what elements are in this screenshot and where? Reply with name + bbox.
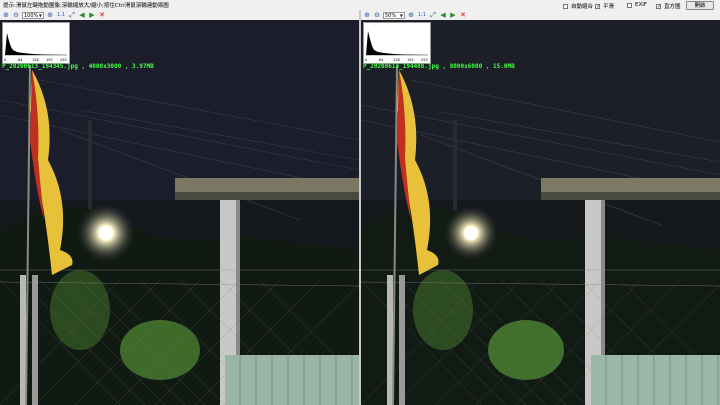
left-histogram: 0 64 128 192 255	[2, 22, 70, 64]
right-zoom-select[interactable]: 50% ▼	[383, 11, 405, 19]
left-photo[interactable]	[0, 20, 359, 405]
left-image-pane[interactable]: ⊕ ⊖ 100% ▼ ⊕ 1:1 ⤢ ◀ ▶ ✕ 0 64 128 192 25…	[0, 10, 359, 405]
right-pane-toolbar: ⊕ ⊖ 50% ▼ ⊕ 1:1 ⤢ ◀ ▶ ✕	[361, 10, 720, 20]
hist-tick-0: 0	[365, 58, 367, 62]
left-file-info: P_20200613_194345.jpg , 4000x3000 , 3.97…	[2, 63, 154, 70]
close-icon[interactable]: ✕	[98, 11, 106, 19]
hist-tick-0: 0	[4, 58, 6, 62]
left-zoom-select[interactable]: 100% ▼	[22, 11, 44, 19]
histogram-checkbox[interactable]: ✓	[656, 3, 661, 9]
hist-tick-128: 128	[32, 58, 39, 62]
option-auto-fit[interactable]: 自動縮合	[563, 2, 593, 10]
close-icon[interactable]: ✕	[459, 11, 467, 19]
option-smooth[interactable]: ✓ 平滑	[595, 2, 614, 10]
auto-fit-label: 自動縮合	[571, 4, 594, 10]
fit-icon[interactable]: ⤢	[429, 11, 437, 19]
hist-tick-192: 192	[407, 58, 414, 62]
smooth-checkbox[interactable]: ✓	[595, 3, 600, 9]
exif-checkbox[interactable]	[627, 2, 632, 8]
right-photo[interactable]	[361, 20, 720, 405]
zoom-in-icon[interactable]: ⊕	[2, 11, 10, 19]
zoom-in-icon[interactable]: ⊕	[363, 11, 371, 19]
right-histogram: 0 64 128 192 255	[363, 22, 431, 64]
left-ratio-button[interactable]: 1:1	[56, 12, 66, 18]
option-histogram[interactable]: ✓ 直方圖	[656, 2, 681, 10]
right-ratio-button[interactable]: 1:1	[417, 12, 427, 18]
left-pane-toolbar: ⊕ ⊖ 100% ▼ ⊕ 1:1 ⤢ ◀ ▶ ✕	[0, 10, 359, 20]
hist-tick-192: 192	[46, 58, 53, 62]
zoom-out-icon[interactable]: ⊖	[373, 11, 381, 19]
hist-tick-64: 64	[18, 58, 23, 62]
hist-tick-128: 128	[393, 58, 400, 62]
next-icon[interactable]: ▶	[449, 11, 457, 19]
histogram-label: 直方圖	[664, 4, 681, 10]
next-icon[interactable]: ▶	[88, 11, 96, 19]
previous-icon[interactable]: ◀	[439, 11, 447, 19]
smooth-label: 平滑	[603, 4, 615, 10]
zoom-out-icon[interactable]: ⊖	[12, 11, 20, 19]
exif-label: EXIF	[635, 2, 648, 8]
option-exif[interactable]: EXIF	[627, 2, 647, 8]
hist-tick-255: 255	[60, 58, 67, 62]
auto-fit-checkbox[interactable]	[563, 3, 568, 9]
right-image-pane[interactable]: ⊕ ⊖ 50% ▼ ⊕ 1:1 ⤢ ◀ ▶ ✕ 0 64 128 192 255…	[361, 10, 720, 405]
hist-tick-255: 255	[421, 58, 428, 62]
fit-icon[interactable]: ⤢	[68, 11, 76, 19]
hint-text: 提示:滑鼠左鍵拖動圖像;滾輪縮放大/縮小;按住Ctrl滑鼠滾輪連動兩圖	[3, 3, 169, 9]
top-toolbar: 提示:滑鼠左鍵拖動圖像;滾輪縮放大/縮小;按住Ctrl滑鼠滾輪連動兩圖 自動縮合…	[0, 0, 720, 10]
open-button[interactable]: 開啟	[686, 1, 714, 10]
previous-icon[interactable]: ◀	[78, 11, 86, 19]
zoom-in-small-icon[interactable]: ⊕	[46, 11, 54, 19]
hist-tick-64: 64	[379, 58, 384, 62]
right-file-info: P_20200613_194408.jpg , 8000x6000 , 15.0…	[363, 63, 515, 70]
zoom-in-small-icon[interactable]: ⊕	[407, 11, 415, 19]
